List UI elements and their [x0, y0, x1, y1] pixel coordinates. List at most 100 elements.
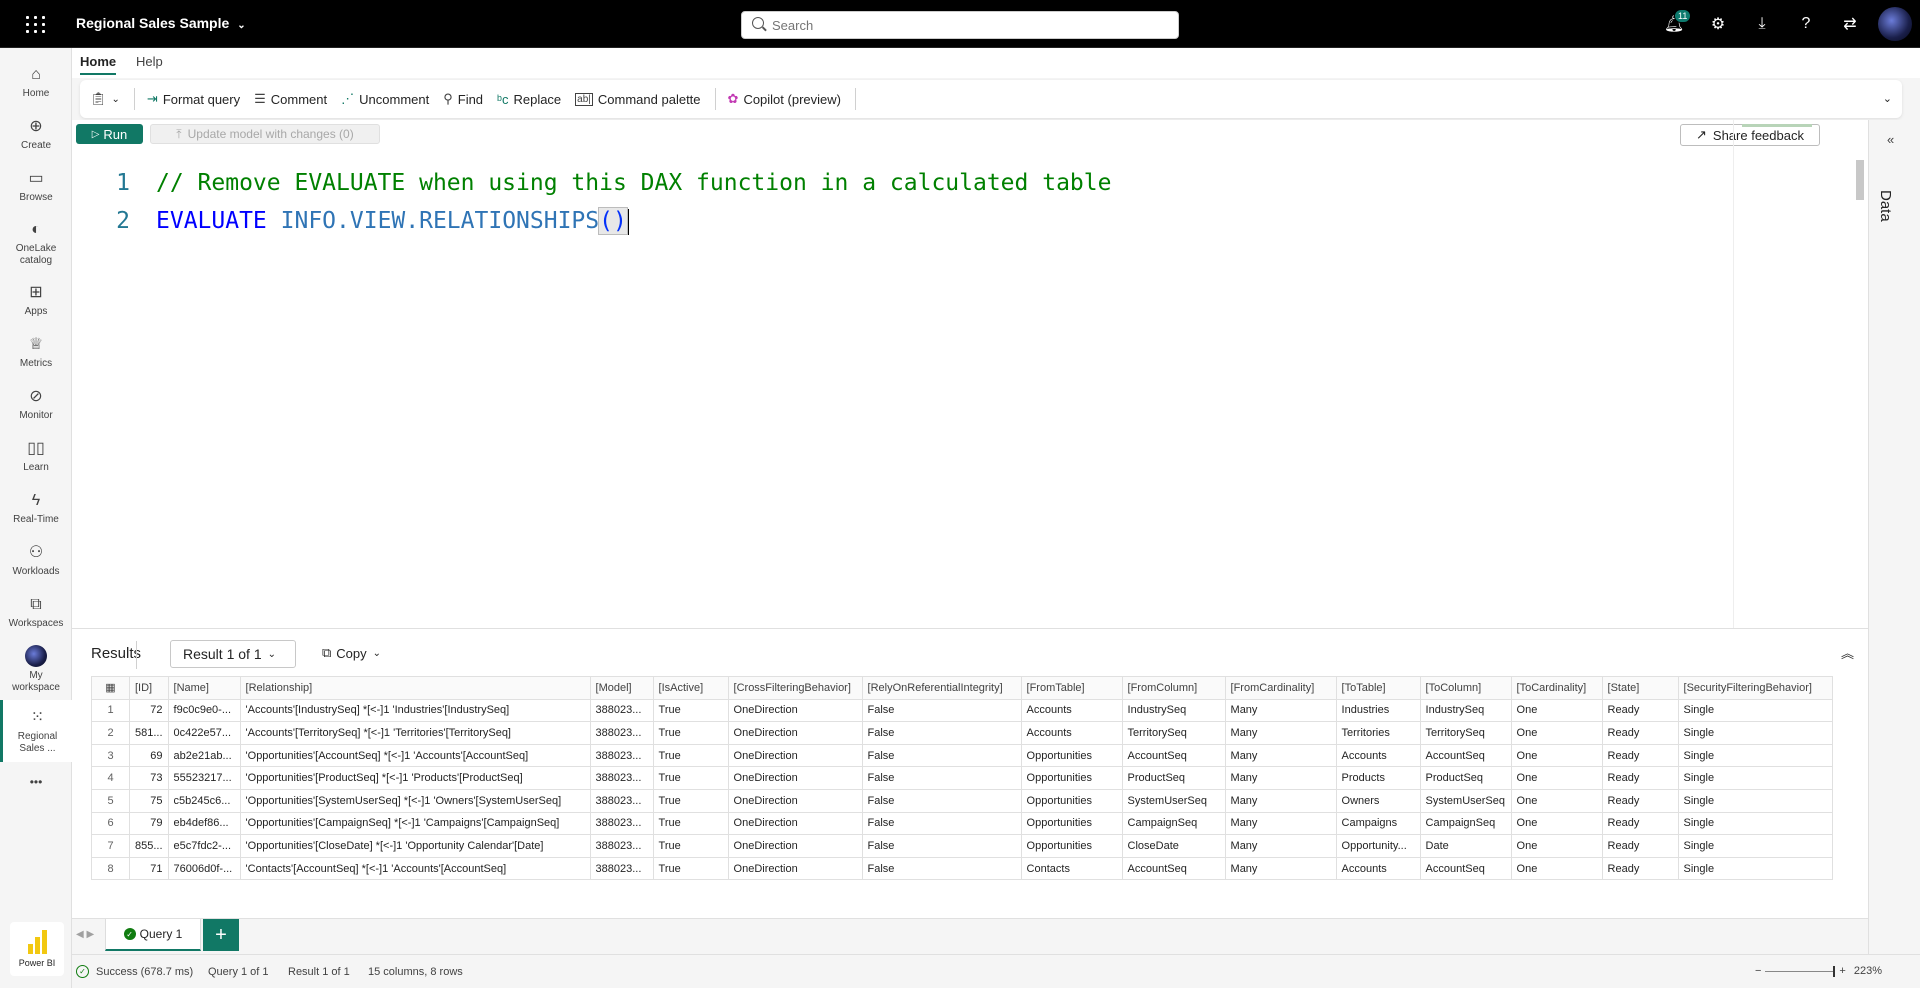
- table-cell: 55523217...: [167, 766, 241, 790]
- zoom-in-icon[interactable]: +: [1839, 965, 1845, 977]
- replace-button[interactable]: ᵇc Replace: [497, 92, 561, 107]
- help-icon[interactable]: ?: [1784, 0, 1828, 48]
- table-row[interactable]: 7 855... e5c7fdc2-... 'Opportunities'[Close…: [91, 834, 1833, 858]
- zoom-out-icon[interactable]: −: [1755, 965, 1761, 977]
- table-cell: 388023...: [589, 788, 654, 813]
- nav-home[interactable]: ⌂ Home: [0, 56, 72, 108]
- column-header[interactable]: [Relationship]: [239, 676, 591, 700]
- nav-regional-sales[interactable]: ⁙ Regional Sales ...: [0, 700, 72, 762]
- table-cell: Accounts: [1020, 698, 1123, 723]
- column-header[interactable]: [SecurityFilteringBehavior]: [1677, 676, 1833, 700]
- zoom-control[interactable]: − + 223%: [1755, 965, 1882, 977]
- app-launcher-icon[interactable]: [22, 12, 46, 36]
- nav-workloads[interactable]: ⚇ Workloads: [0, 534, 72, 586]
- table-cell: Ready: [1601, 698, 1679, 723]
- nav-workspaces[interactable]: ⧉ Workspaces: [0, 586, 72, 638]
- result-selector[interactable]: Result 1 of 1 ⌄: [170, 640, 296, 668]
- code-parens: (): [598, 207, 628, 235]
- ribbon-collapse-chevron-icon[interactable]: ⌄: [1883, 92, 1892, 105]
- text-cursor: [626, 208, 629, 235]
- query-tab-label: Query 1: [139, 927, 183, 941]
- table-row[interactable]: 1 72 f9c0c9e0-... 'Accounts'[IndustrySeq] *…: [91, 698, 1833, 723]
- run-label: Run: [103, 126, 128, 142]
- zoom-slider-thumb[interactable]: [1833, 965, 1836, 977]
- format-query-button[interactable]: ⇥ Format query: [147, 91, 240, 107]
- update-model-button[interactable]: ⤒ Update model with changes (0): [150, 124, 380, 144]
- tab-scroll-arrows-icon[interactable]: ◀ ▶: [76, 929, 94, 940]
- copy-dropdown[interactable]: ⧉ Copy ⌄: [322, 645, 381, 661]
- search-input[interactable]: [772, 16, 1162, 34]
- zoom-slider[interactable]: [1765, 965, 1836, 977]
- column-header[interactable]: [FromTable]: [1020, 676, 1123, 700]
- table-row[interactable]: 5 75 c5b245c6... 'Opportunities'[SystemUser…: [91, 788, 1833, 813]
- table-cell: Ready: [1601, 788, 1679, 813]
- nav-monitor[interactable]: ⊘ Monitor: [0, 378, 72, 430]
- column-header[interactable]: [ToCardinality]: [1510, 676, 1603, 700]
- copilot-button[interactable]: ✿ Copilot (preview): [728, 91, 841, 107]
- table-cell: SystemUserSeq: [1419, 788, 1512, 813]
- nav-my-workspace[interactable]: My workspace: [0, 638, 72, 700]
- nav-label: Workloads: [12, 565, 60, 577]
- nav-more[interactable]: •••: [0, 762, 72, 802]
- query-tab[interactable]: ✓ Query 1: [105, 919, 201, 951]
- settings-gear-icon[interactable]: ⚙: [1696, 0, 1740, 48]
- table-row[interactable]: 2 581... 0c422e57... 'Accounts'[TerritorySe…: [91, 721, 1833, 745]
- divider: [714, 88, 716, 110]
- nav-learn[interactable]: ▯▯ Learn: [0, 430, 72, 482]
- notifications-button[interactable]: 🔔︎ 11: [1652, 0, 1696, 48]
- column-header[interactable]: [IsActive]: [652, 676, 729, 700]
- table-cell: Many: [1224, 834, 1337, 858]
- table-row[interactable]: 6 79 eb4def86... 'Opportunities'[CampaignSe…: [91, 811, 1833, 836]
- share-feedback-icon[interactable]: ⇄: [1828, 0, 1872, 48]
- column-header[interactable]: [Model]: [589, 676, 654, 700]
- add-query-button[interactable]: +: [203, 919, 239, 951]
- collapse-results-icon[interactable]: ︽: [1841, 643, 1854, 662]
- column-header[interactable]: [ToTable]: [1335, 676, 1421, 700]
- account-avatar[interactable]: [1878, 7, 1912, 41]
- nav-create[interactable]: ⊕ Create: [0, 108, 72, 160]
- power-bi-switcher[interactable]: Power BI: [10, 922, 64, 976]
- column-header[interactable]: [RelyOnReferentialIntegrity]: [861, 676, 1022, 700]
- editor-minimap[interactable]: [1733, 120, 1829, 628]
- find-button[interactable]: ⚲ Find: [443, 91, 483, 107]
- table-cell: Ready: [1601, 856, 1679, 881]
- table-cell: 'Opportunities'[AccountSeq] *[<-]1 'Acco…: [239, 743, 591, 768]
- column-header[interactable]: [CrossFilteringBehavior]: [727, 676, 863, 700]
- table-row[interactable]: 4 73 55523217... 'Opportunities'[ProductSeq…: [91, 766, 1833, 790]
- nav-apps[interactable]: ⊞ Apps: [0, 274, 72, 326]
- nav-browse[interactable]: ▭ Browse: [0, 160, 72, 212]
- table-grid-icon[interactable]: ▦: [91, 676, 130, 700]
- data-pane-label[interactable]: Data: [1877, 190, 1894, 222]
- workspace-title-button[interactable]: Regional Sales Sample ⌄: [76, 15, 246, 31]
- search-box[interactable]: [741, 11, 1179, 39]
- nav-metrics[interactable]: ♕ Metrics: [0, 326, 72, 378]
- column-header[interactable]: [Name]: [167, 676, 241, 700]
- command-palette-button[interactable]: ab| Command palette: [575, 92, 701, 107]
- table-cell: OneDirection: [727, 743, 863, 768]
- table-cell: 'Accounts'[TerritorySeq] *[<-]1 'Territo…: [239, 721, 591, 745]
- run-button[interactable]: ▷ Run: [76, 124, 143, 144]
- tab-home[interactable]: Home: [80, 54, 117, 75]
- row-number: 1: [91, 698, 130, 723]
- tab-help[interactable]: Help: [136, 54, 163, 69]
- comment-button[interactable]: ☰ Comment: [254, 91, 327, 107]
- column-header[interactable]: [State]: [1601, 676, 1679, 700]
- table-row[interactable]: 8 71 76006d0f-... 'Contacts'[AccountSeq] *[…: [91, 856, 1833, 881]
- folder-icon: ▭: [28, 169, 44, 187]
- table-cell: Industries: [1335, 698, 1421, 723]
- expand-pane-chevron-icon[interactable]: «: [1887, 132, 1894, 147]
- uncomment-button[interactable]: ⋰ Uncomment: [341, 91, 429, 107]
- table-cell: Ready: [1601, 834, 1679, 858]
- column-header[interactable]: [FromColumn]: [1121, 676, 1226, 700]
- nav-real-time[interactable]: ϟ Real-Time: [0, 482, 72, 534]
- nav-onelake-catalog[interactable]: ◐ OneLake catalog: [0, 212, 72, 274]
- code-function: INFO.VIEW.RELATIONSHIPS: [280, 208, 600, 234]
- editor-scrollbar[interactable]: [1856, 160, 1864, 200]
- table-cell: ab2e21ab...: [167, 743, 241, 768]
- column-header[interactable]: [FromCardinality]: [1224, 676, 1337, 700]
- column-header[interactable]: [ID]: [129, 676, 169, 700]
- paste-dropdown[interactable]: 📋︎ ⌄: [90, 91, 120, 107]
- table-row[interactable]: 3 69 ab2e21ab... 'Opportunities'[AccountSeq…: [91, 743, 1833, 768]
- column-header[interactable]: [ToColumn]: [1419, 676, 1512, 700]
- download-icon[interactable]: ⤓: [1740, 0, 1784, 48]
